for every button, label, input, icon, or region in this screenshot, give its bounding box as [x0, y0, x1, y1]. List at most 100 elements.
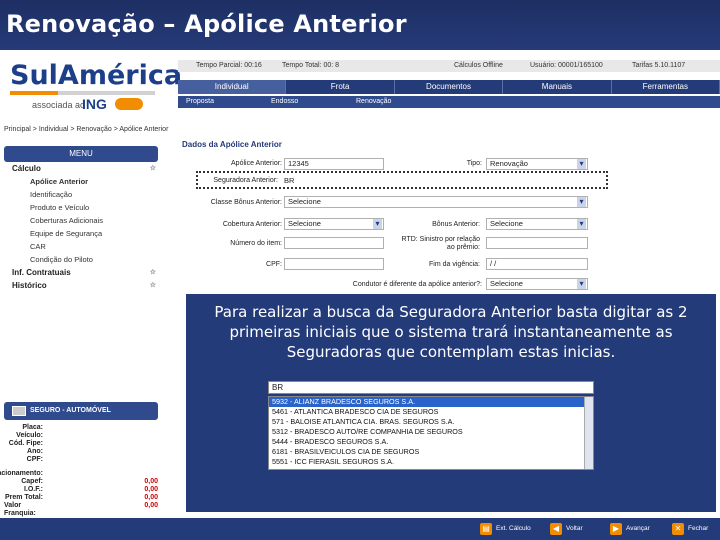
- seguro-info: Placa: Veículo: Cód. Fipe: Ano: CPF: Fra…: [0, 424, 158, 517]
- close-icon: ✕: [672, 523, 684, 535]
- rtd-label: RTD: Sinistro por relação ao prêmio:: [401, 236, 480, 251]
- subtab-renovacao[interactable]: Renovação: [348, 96, 433, 108]
- menu-item-car[interactable]: CAR: [4, 240, 158, 253]
- star-icon[interactable]: ☆: [150, 266, 156, 279]
- apolice-input[interactable]: 12345: [284, 158, 384, 170]
- info-row: I.O.F.: 0,00: [4, 486, 158, 494]
- cobertura-label: Cobertura Anterior:: [222, 221, 282, 228]
- menu-item-apolice-anterior[interactable]: Apólice Anterior: [4, 175, 158, 188]
- classe-select[interactable]: Selecione: [284, 196, 588, 208]
- menu-item-coberturas[interactable]: Coberturas Adicionais: [4, 214, 158, 227]
- condutor-label: Condutor é diferente da apólice anterior…: [352, 281, 482, 288]
- brand-name: SulAmérica: [10, 60, 183, 91]
- tab-manuais[interactable]: Manuais: [503, 80, 612, 94]
- tipo-select[interactable]: Renovação: [486, 158, 588, 170]
- menu-header: MENU: [4, 146, 158, 162]
- dropdown-scrollbar[interactable]: [584, 397, 593, 469]
- dropdown-option[interactable]: 5932 - ALIANZ BRADESCO SEGUROS S.A.: [269, 397, 593, 407]
- seguradora-dropdown-list[interactable]: 5932 - ALIANZ BRADESCO SEGUROS S.A. 5461…: [268, 396, 594, 470]
- bonus-label: Bônus Anterior:: [432, 221, 480, 228]
- item-input[interactable]: [284, 237, 384, 249]
- dropdown-option[interactable]: 5551 - ICC FIERASIL SEGUROS S.A.: [269, 457, 593, 467]
- subtab-endosso[interactable]: Endosso: [263, 96, 348, 108]
- tab-documentos[interactable]: Documentos: [395, 80, 504, 94]
- status-bar: Tempo Parcial: 00:16 Tempo Total: 00: 8 …: [178, 60, 720, 72]
- star-icon[interactable]: ☆: [150, 162, 156, 175]
- info-row: Prem Total: 0,00: [4, 494, 158, 502]
- menu-item-identificacao[interactable]: Identificação: [4, 188, 158, 201]
- info-label: Fracionamento:: [0, 470, 43, 477]
- section-title: Dados da Apólice Anterior: [182, 140, 282, 149]
- sidebar-menu: MENU Cálculo ☆ Apólice Anterior Identific…: [4, 146, 158, 292]
- seguro-title: SEGURO - AUTOMÓVEL: [30, 407, 111, 414]
- info-row: Fracionamento:: [0, 470, 158, 478]
- dropdown-option[interactable]: 5312 - BRADESCO AUTO/RE COMPANHIA DE SEG…: [269, 427, 593, 437]
- bottom-action-bar: ▤ Ext. Cálculo ◀ Voltar ▶ Avançar ✕ Fechar: [0, 518, 720, 540]
- tab-ferramentas[interactable]: Ferramentas: [612, 80, 720, 94]
- menu-item-condicao-piloto[interactable]: Condição do Piloto: [4, 253, 158, 266]
- classe-label: Classe Bônus Anterior:: [210, 199, 282, 206]
- info-label: Cód. Fipe:: [8, 440, 43, 447]
- bonus-select[interactable]: Selecione: [486, 218, 588, 230]
- brand-partner: ING: [82, 96, 107, 112]
- info-label: Veículo:: [16, 432, 43, 439]
- avancar-button[interactable]: ▶ Avançar: [610, 522, 650, 536]
- cpf-label: CPF:: [266, 261, 282, 268]
- tab-frota[interactable]: Frota: [286, 80, 395, 94]
- menu-item-label: Inf. Contratuais: [12, 268, 71, 277]
- menu-item-equipe[interactable]: Equipe de Segurança: [4, 227, 158, 240]
- info-row: Ano:: [4, 448, 158, 456]
- info-value: 0,00: [144, 486, 158, 493]
- button-label: Ext. Cálculo: [496, 525, 531, 532]
- dropdown-option[interactable]: 571 - BALOISE ATLANTICA CIA. BRAS. SEGUR…: [269, 417, 593, 427]
- menu-item-historico[interactable]: Histórico ☆: [4, 279, 158, 292]
- tipo-label: Tipo:: [466, 160, 482, 167]
- seguradora-search-input[interactable]: BR: [268, 381, 594, 394]
- fechar-button[interactable]: ✕ Fechar: [672, 522, 708, 536]
- slide-title-bar: Renovação – Apólice Anterior: [0, 0, 720, 50]
- menu-item-inf-contratuais[interactable]: Inf. Contratuais ☆: [4, 266, 158, 279]
- info-row: CPF:: [4, 456, 158, 464]
- menu-item-label: Cálculo: [12, 164, 41, 173]
- arrow-left-icon: ◀: [550, 523, 562, 535]
- tarifas: Tarifas 5.10.1107: [632, 62, 686, 69]
- subtab-proposta[interactable]: Proposta: [178, 96, 263, 108]
- info-label: Prem Total:: [5, 494, 43, 501]
- menu-item-calculo[interactable]: Cálculo ☆: [4, 162, 158, 175]
- condutor-select[interactable]: Selecione: [486, 278, 588, 290]
- fim-vigencia-label: Fim da vigência:: [429, 261, 480, 268]
- apolice-label: Apólice Anterior:: [231, 160, 282, 167]
- tempo-total: Tempo Total: 00: 8: [282, 62, 340, 69]
- seguro-header: SEGURO - AUTOMÓVEL: [4, 402, 158, 420]
- info-value: 0,00: [144, 502, 158, 509]
- cpf-input[interactable]: [284, 258, 384, 270]
- calculos-offline-link[interactable]: Cálculos Offline: [454, 62, 503, 69]
- ext-calculo-button[interactable]: ▤ Ext. Cálculo: [480, 522, 531, 536]
- fim-vigencia-input[interactable]: / /: [486, 258, 588, 270]
- info-value: 0,00: [144, 478, 158, 485]
- arrow-right-icon: ▶: [610, 523, 622, 535]
- dropdown-option[interactable]: 5444 - BRADESCO SEGUROS S.A.: [269, 437, 593, 447]
- seguradora-input[interactable]: BR: [280, 175, 380, 187]
- item-label: Número do item:: [230, 240, 282, 247]
- info-label: Placa:: [22, 424, 43, 431]
- dropdown-option[interactable]: 5461 - ATLANTICA BRADESCO CIA DE SEGUROS: [269, 407, 593, 417]
- info-label: Capef:: [21, 478, 43, 485]
- info-label: Valor Franquia:: [4, 502, 36, 517]
- info-row: Veículo:: [4, 432, 158, 440]
- instruction-text: Para realizar a busca da Seguradora Ante…: [214, 303, 688, 361]
- voltar-button[interactable]: ◀ Voltar: [550, 522, 583, 536]
- info-row: Cód. Fipe:: [4, 440, 158, 448]
- slide-title: Renovação – Apólice Anterior: [6, 10, 407, 38]
- brand-sub: associada ao: [32, 100, 86, 110]
- dropdown-option[interactable]: 6181 - BRASILVEICULOS CIA DE SEGUROS: [269, 447, 593, 457]
- menu-item-produto-veiculo[interactable]: Produto e Veículo: [4, 201, 158, 214]
- sub-tabs: Proposta Endosso Renovação: [178, 96, 720, 108]
- tab-individual[interactable]: Individual: [178, 80, 287, 94]
- cobertura-select[interactable]: Selecione: [284, 218, 384, 230]
- button-label: Fechar: [688, 525, 709, 532]
- brand-stripe: [10, 91, 155, 95]
- info-row: Valor Franquia: 0,00: [4, 502, 158, 517]
- star-icon[interactable]: ☆: [150, 279, 156, 292]
- rtd-input[interactable]: [486, 237, 588, 249]
